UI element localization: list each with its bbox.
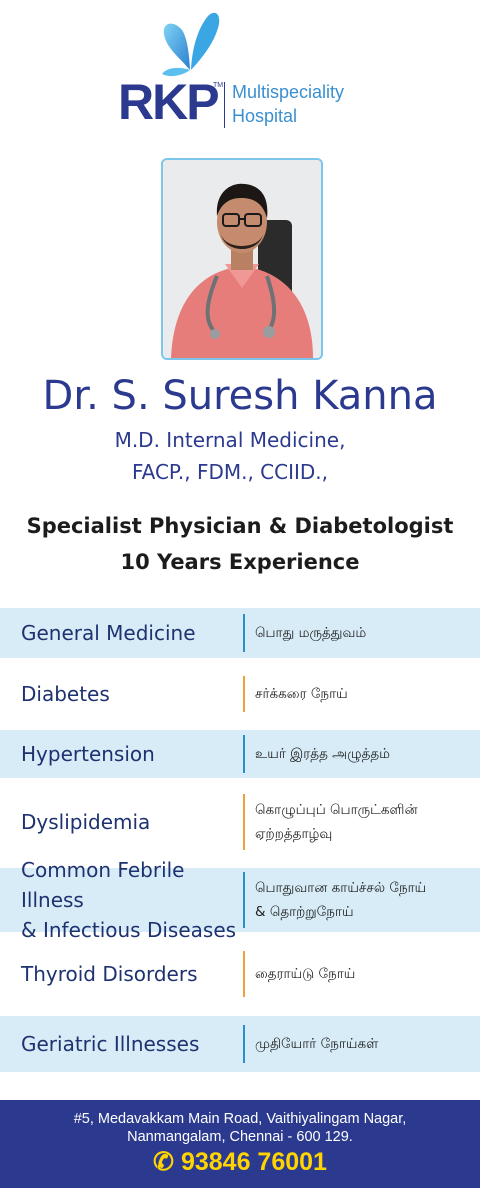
service-ta-line: & தொற்றுநோய் (255, 904, 354, 920)
service-ta-line: ஏற்றத்தாழ்வு (255, 826, 333, 842)
service-row-geriatric: Geriatric Illnesses முதியோர் நோய்கள் (0, 1016, 480, 1072)
contact-footer: #5, Medavakkam Main Road, Vaithiyalingam… (0, 1100, 480, 1188)
service-en-line: General Medicine (21, 621, 196, 645)
doctor-name: Dr. S. Suresh Kanna (42, 373, 438, 419)
service-name-ta: சர்க்கரை நோய் (245, 682, 348, 706)
address-block: #5, Medavakkam Main Road, Vaithiyalingam… (0, 1100, 480, 1146)
tagline-line-2: Hospital (232, 106, 298, 126)
service-name-en: Common Febrile Illness & Infectious Dise… (0, 855, 243, 945)
service-ta-line: கொழுப்புப் பொருட்களின் (255, 802, 418, 818)
experience-text: 10 Years Experience (120, 550, 360, 574)
hospital-logo: RKP TM Multispeciality Hospital (0, 0, 480, 140)
service-row-general-medicine: General Medicine பொது மருத்துவம் (0, 608, 480, 658)
service-name-en: Hypertension (0, 739, 243, 769)
service-row-diabetes: Diabetes சர்க்கரை நோய் (0, 668, 480, 720)
service-en-line: Thyroid Disorders (21, 962, 198, 986)
service-ta-line: சர்க்கரை நோய் (255, 686, 348, 702)
service-name-en: Dyslipidemia (0, 807, 243, 837)
doctor-photo (161, 158, 323, 360)
service-en-line: & Infectious Diseases (21, 918, 237, 942)
service-en-line: Diabetes (21, 682, 110, 706)
service-name-en: General Medicine (0, 618, 243, 648)
service-name-ta: பொது மருத்துவம் (245, 621, 366, 645)
phone-number: 93846 76001 (180, 1148, 327, 1176)
butterfly-logo-icon (162, 12, 220, 77)
doctor-portrait-image (163, 160, 321, 358)
service-ta-line: பொது மருத்துவம் (255, 625, 367, 641)
doctor-qualifications: M.D. Internal Medicine, FACP., FDM., CCI… (70, 424, 390, 488)
service-name-ta: முதியோர் நோய்கள் (245, 1032, 378, 1056)
phone-number-block: ✆ 93846 76001 (0, 1146, 480, 1178)
service-ta-line: உயர் இரத்த அழுத்தம் (255, 746, 391, 762)
service-row-dyslipidemia: Dyslipidemia கொழுப்புப் பொருட்களின் ஏற்ற… (0, 786, 480, 858)
service-name-ta: உயர் இரத்த அழுத்தம் (245, 742, 390, 766)
specialty-title: Specialist Physician & Diabetologist (26, 514, 454, 538)
service-ta-line: முதியோர் நோய்கள் (255, 1036, 379, 1052)
address-line-2: Nanmangalam, Chennai - 600 129. (127, 1129, 353, 1145)
service-name-en: Diabetes (0, 679, 243, 709)
service-name-ta: பொதுவான காய்ச்சல் நோய் & தொற்றுநோய் (245, 876, 426, 924)
specialty-block: Specialist Physician & Diabetologist 10 … (0, 508, 480, 580)
service-name-en: Geriatric Illnesses (0, 1029, 243, 1059)
hospital-tagline: Multispeciality Hospital (232, 80, 344, 128)
trademark-mark: TM (213, 82, 224, 89)
tagline-line-1: Multispeciality (232, 82, 345, 102)
service-en-line: Geriatric Illnesses (21, 1032, 200, 1056)
service-name-ta: தைராய்டு நோய் (245, 962, 355, 986)
service-ta-line: தைராய்டு நோய் (255, 966, 356, 982)
service-ta-line: பொதுவான காய்ச்சல் நோய் (255, 880, 427, 896)
service-row-thyroid: Thyroid Disorders தைராய்டு நோய் (0, 946, 480, 1002)
phone-icon: ✆ (153, 1148, 174, 1176)
logo-divider (224, 82, 225, 128)
service-en-line: Hypertension (21, 742, 155, 766)
brand-name: RKP (118, 74, 220, 130)
service-row-hypertension: Hypertension உயர் இரத்த அழுத்தம் (0, 730, 480, 778)
service-en-line: Dyslipidemia (21, 810, 151, 834)
address-line-1: #5, Medavakkam Main Road, Vaithiyalingam… (73, 1111, 407, 1127)
qualification-line-1: M.D. Internal Medicine, (114, 428, 346, 452)
service-en-line: Common Febrile Illness (21, 858, 185, 912)
qualification-line-2: FACP., FDM., CCIID., (131, 460, 329, 484)
service-row-febrile-illness: Common Febrile Illness & Infectious Dise… (0, 858, 480, 942)
service-name-en: Thyroid Disorders (0, 959, 243, 989)
service-name-ta: கொழுப்புப் பொருட்களின் ஏற்றத்தாழ்வு (245, 798, 418, 846)
